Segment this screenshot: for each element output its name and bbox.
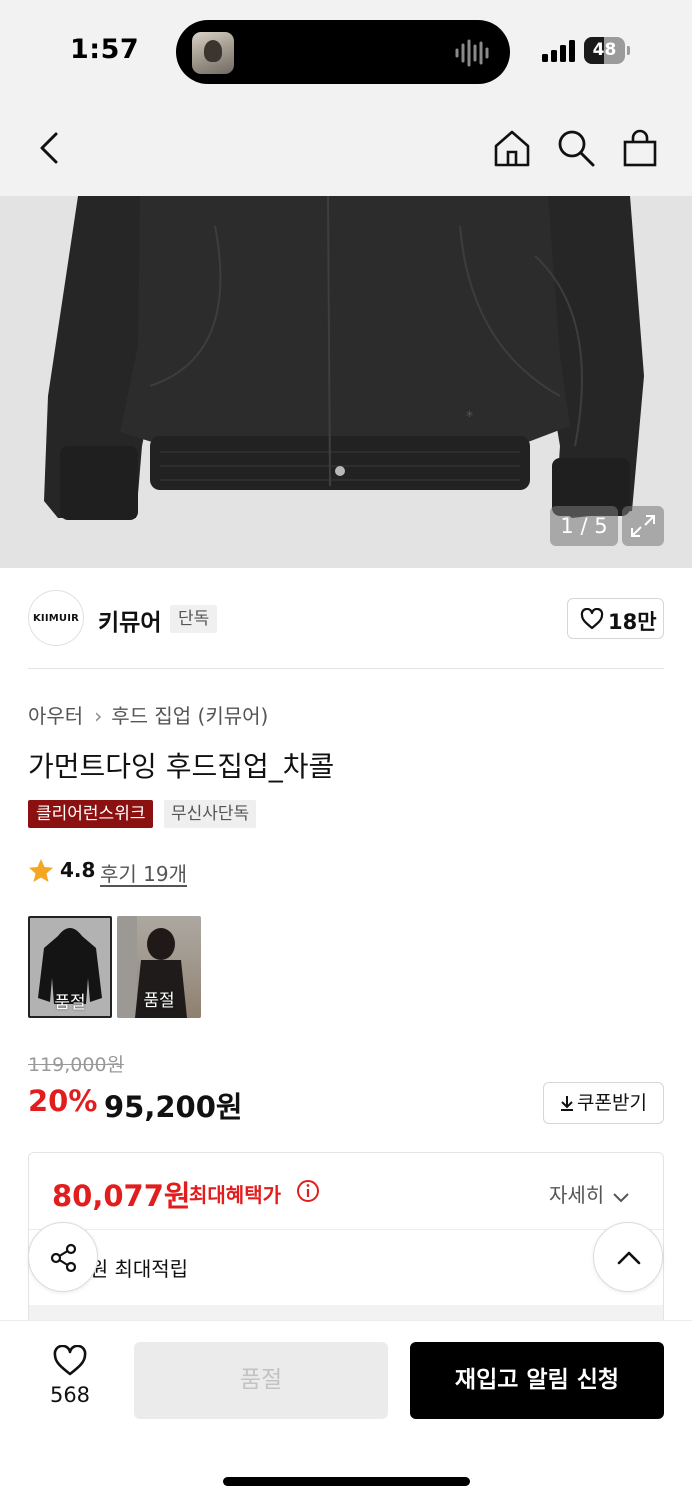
breadcrumb-category[interactable]: 아우터 bbox=[28, 704, 83, 728]
chevron-down-icon bbox=[613, 1193, 629, 1203]
status-time: 1:57 bbox=[70, 34, 140, 65]
share-icon bbox=[50, 1243, 77, 1273]
chevron-up-icon bbox=[617, 1251, 641, 1265]
battery-icon: 48 bbox=[584, 37, 630, 65]
product-title: 가먼트다잉 후드집업_차콜 bbox=[28, 750, 335, 783]
back-icon[interactable] bbox=[30, 128, 70, 168]
clearance-tag: 클리어런스위크 bbox=[28, 800, 154, 828]
option-soldout-label: 품절 bbox=[143, 991, 175, 1011]
breadcrumb: 아우터 › 후드 집업 (키뮤어) bbox=[28, 700, 268, 729]
brand-logo[interactable]: KIIMUIR bbox=[28, 590, 84, 646]
chevron-right-icon: › bbox=[94, 704, 103, 728]
cellular-signal-icon bbox=[542, 40, 575, 62]
benefit-detail-label: 자세히 bbox=[549, 1183, 605, 1207]
brand-like-count: 18만 bbox=[608, 610, 657, 634]
home-indicator bbox=[223, 1477, 470, 1486]
brand-like-button[interactable]: 18만 bbox=[567, 598, 664, 639]
max-benefit-price: 80,077원 bbox=[52, 1179, 191, 1213]
rating-value: 4.8 bbox=[60, 858, 96, 882]
discount-rate: 20% bbox=[28, 1084, 98, 1118]
exclusive-tag: 무신사단독 bbox=[164, 800, 257, 828]
top-nav-bar bbox=[0, 100, 692, 196]
svg-text:*: * bbox=[466, 409, 473, 425]
image-counter: 1 / 5 bbox=[550, 506, 618, 546]
color-option-2[interactable]: 품절 bbox=[117, 916, 201, 1018]
share-button[interactable] bbox=[28, 1222, 98, 1292]
exclusive-badge: 단독 bbox=[170, 605, 218, 633]
download-icon bbox=[561, 1096, 574, 1111]
wishlist-count: 568 bbox=[49, 1383, 91, 1407]
heart-icon bbox=[53, 1345, 87, 1376]
option-soldout-label: 품절 bbox=[54, 993, 86, 1013]
status-bar: 1:57 48 bbox=[0, 0, 692, 100]
sale-price: 95,200원 bbox=[104, 1090, 243, 1124]
brand-name[interactable]: 키뮤어 bbox=[98, 603, 161, 637]
wishlist-button[interactable]: 568 bbox=[34, 1345, 106, 1409]
expand-image-button[interactable] bbox=[622, 506, 664, 546]
expand-icon bbox=[631, 515, 655, 537]
heart-icon bbox=[580, 608, 604, 630]
now-playing-thumbnail bbox=[192, 32, 234, 74]
bottom-action-bar: 568 품절 재입고 알림 신청 bbox=[0, 1320, 692, 1500]
breadcrumb-subcategory[interactable]: 후드 집업 (키뮤어) bbox=[111, 704, 268, 728]
search-icon[interactable] bbox=[556, 128, 596, 168]
benefit-detail-toggle[interactable]: 자세히 bbox=[549, 1179, 630, 1208]
scroll-to-top-button[interactable] bbox=[593, 1222, 663, 1292]
benefit-box: 80,077원 최대혜택가 자세히 0원 최대적립 bbox=[28, 1152, 664, 1320]
max-benefit-label: 최대혜택가 bbox=[189, 1183, 281, 1207]
info-icon[interactable] bbox=[296, 1179, 320, 1203]
dynamic-island[interactable] bbox=[176, 20, 510, 84]
home-icon[interactable] bbox=[492, 128, 532, 168]
restock-alert-button[interactable]: 재입고 알림 신청 bbox=[410, 1342, 664, 1419]
product-image-gallery[interactable]: * 1 / 5 bbox=[0, 196, 692, 568]
color-option-1[interactable]: 품절 bbox=[28, 916, 112, 1018]
shopping-bag-icon[interactable] bbox=[620, 128, 660, 168]
star-icon bbox=[29, 859, 53, 882]
battery-level: 48 bbox=[592, 40, 617, 60]
audio-waveform-icon bbox=[455, 39, 489, 67]
original-price: 119,000원 bbox=[28, 1054, 125, 1076]
coupon-label: 쿠폰받기 bbox=[577, 1092, 647, 1114]
review-link[interactable]: 후기 19개 bbox=[100, 858, 187, 887]
coupon-download-button[interactable]: 쿠폰받기 bbox=[543, 1082, 664, 1124]
soldout-button: 품절 bbox=[134, 1342, 388, 1419]
divider bbox=[28, 668, 664, 669]
